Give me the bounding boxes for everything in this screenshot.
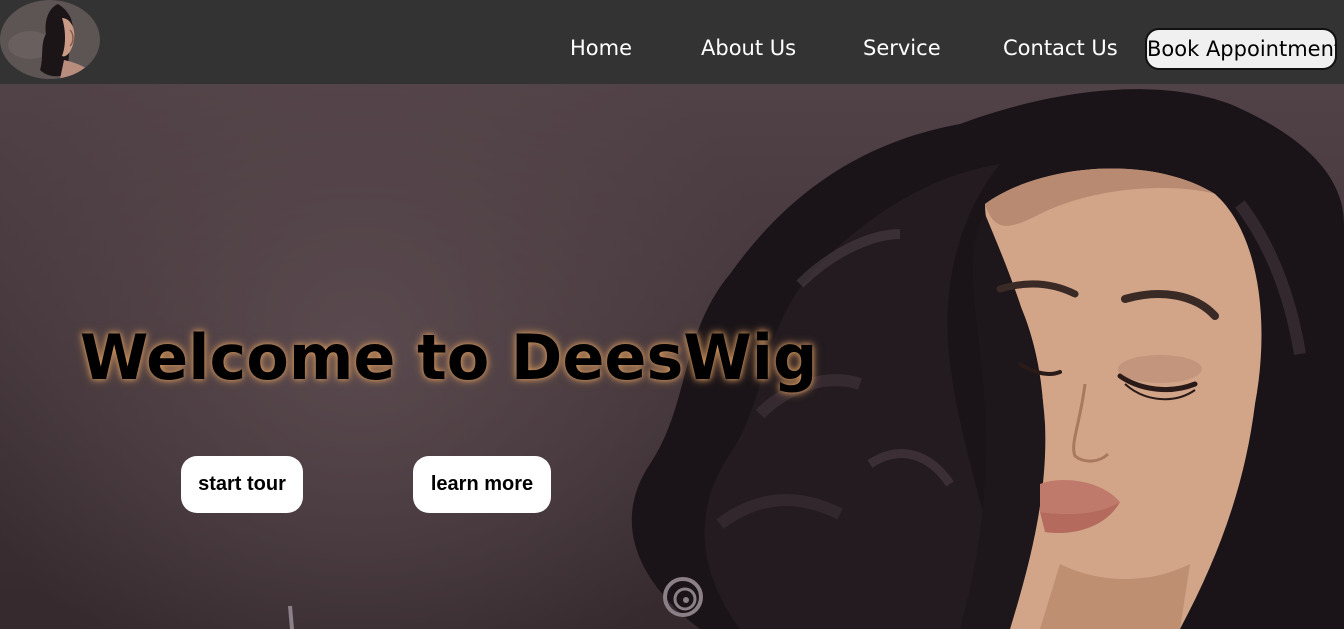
hero-title: Welcome to DeesWig: [80, 321, 818, 394]
nav-contact-link[interactable]: Contact Us: [1003, 35, 1118, 61]
nav-service-link[interactable]: Service: [863, 35, 941, 61]
salon-logo-icon: [0, 0, 100, 79]
logo[interactable]: [0, 0, 100, 79]
learn-more-button[interactable]: learn more: [413, 456, 551, 513]
hero-section: Welcome to DeesWig start tour learn more: [0, 84, 1344, 629]
book-appointment-button[interactable]: Book Appointment: [1145, 28, 1337, 70]
start-tour-button[interactable]: start tour: [181, 456, 303, 513]
page: Home About Us Service Contact Us Book Ap…: [0, 0, 1344, 629]
nav-about-link[interactable]: About Us: [701, 35, 796, 61]
nav-home-link[interactable]: Home: [570, 35, 632, 61]
navbar: Home About Us Service Contact Us Book Ap…: [0, 0, 1344, 84]
